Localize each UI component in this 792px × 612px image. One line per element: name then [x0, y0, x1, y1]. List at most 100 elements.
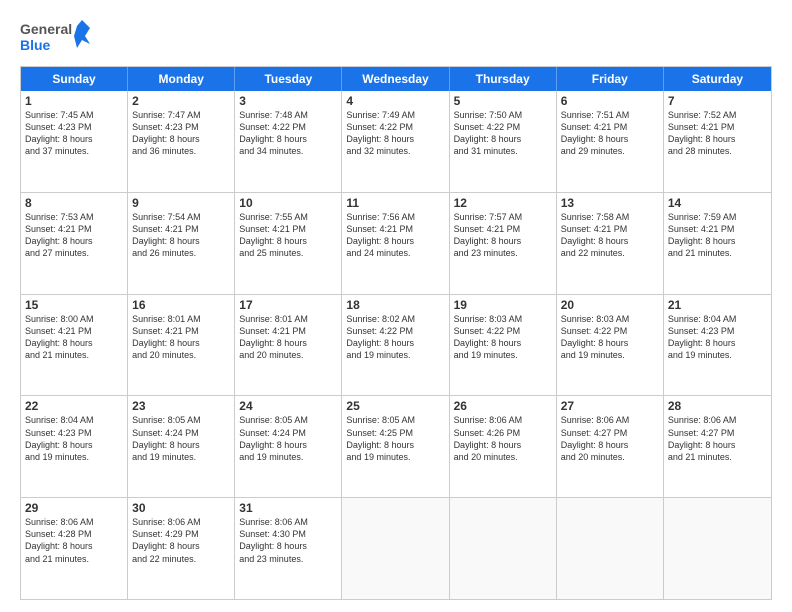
cell-details: Sunrise: 7:55 AM Sunset: 4:21 PM Dayligh… — [239, 211, 337, 260]
day-number: 8 — [25, 196, 123, 210]
day-number: 22 — [25, 399, 123, 413]
calendar-cell: 10Sunrise: 7:55 AM Sunset: 4:21 PM Dayli… — [235, 193, 342, 294]
cell-details: Sunrise: 7:59 AM Sunset: 4:21 PM Dayligh… — [668, 211, 767, 260]
weekday-header: Saturday — [664, 67, 771, 91]
calendar-cell: 31Sunrise: 8:06 AM Sunset: 4:30 PM Dayli… — [235, 498, 342, 599]
cell-details: Sunrise: 8:03 AM Sunset: 4:22 PM Dayligh… — [454, 313, 552, 362]
calendar-cell: 20Sunrise: 8:03 AM Sunset: 4:22 PM Dayli… — [557, 295, 664, 396]
calendar-cell: 19Sunrise: 8:03 AM Sunset: 4:22 PM Dayli… — [450, 295, 557, 396]
day-number: 26 — [454, 399, 552, 413]
day-number: 27 — [561, 399, 659, 413]
day-number: 25 — [346, 399, 444, 413]
calendar-cell: 28Sunrise: 8:06 AM Sunset: 4:27 PM Dayli… — [664, 396, 771, 497]
day-number: 1 — [25, 94, 123, 108]
cell-details: Sunrise: 7:56 AM Sunset: 4:21 PM Dayligh… — [346, 211, 444, 260]
cell-details: Sunrise: 7:53 AM Sunset: 4:21 PM Dayligh… — [25, 211, 123, 260]
day-number: 31 — [239, 501, 337, 515]
day-number: 23 — [132, 399, 230, 413]
day-number: 11 — [346, 196, 444, 210]
day-number: 28 — [668, 399, 767, 413]
cell-details: Sunrise: 8:06 AM Sunset: 4:30 PM Dayligh… — [239, 516, 337, 565]
cell-details: Sunrise: 8:06 AM Sunset: 4:26 PM Dayligh… — [454, 414, 552, 463]
cell-details: Sunrise: 8:06 AM Sunset: 4:27 PM Dayligh… — [668, 414, 767, 463]
cell-details: Sunrise: 7:48 AM Sunset: 4:22 PM Dayligh… — [239, 109, 337, 158]
cell-details: Sunrise: 8:06 AM Sunset: 4:27 PM Dayligh… — [561, 414, 659, 463]
calendar-header: SundayMondayTuesdayWednesdayThursdayFrid… — [21, 67, 771, 91]
day-number: 21 — [668, 298, 767, 312]
calendar-cell: 12Sunrise: 7:57 AM Sunset: 4:21 PM Dayli… — [450, 193, 557, 294]
day-number: 5 — [454, 94, 552, 108]
calendar-cell: 8Sunrise: 7:53 AM Sunset: 4:21 PM Daylig… — [21, 193, 128, 294]
day-number: 6 — [561, 94, 659, 108]
weekday-header: Wednesday — [342, 67, 449, 91]
calendar-week: 1Sunrise: 7:45 AM Sunset: 4:23 PM Daylig… — [21, 91, 771, 193]
day-number: 15 — [25, 298, 123, 312]
cell-details: Sunrise: 8:04 AM Sunset: 4:23 PM Dayligh… — [668, 313, 767, 362]
cell-details: Sunrise: 7:45 AM Sunset: 4:23 PM Dayligh… — [25, 109, 123, 158]
cell-details: Sunrise: 7:49 AM Sunset: 4:22 PM Dayligh… — [346, 109, 444, 158]
cell-details: Sunrise: 7:51 AM Sunset: 4:21 PM Dayligh… — [561, 109, 659, 158]
weekday-header: Monday — [128, 67, 235, 91]
cell-details: Sunrise: 8:01 AM Sunset: 4:21 PM Dayligh… — [132, 313, 230, 362]
calendar-cell: 11Sunrise: 7:56 AM Sunset: 4:21 PM Dayli… — [342, 193, 449, 294]
calendar-cell: 2Sunrise: 7:47 AM Sunset: 4:23 PM Daylig… — [128, 91, 235, 192]
svg-text:General: General — [20, 21, 72, 37]
day-number: 20 — [561, 298, 659, 312]
day-number: 2 — [132, 94, 230, 108]
calendar-cell: 1Sunrise: 7:45 AM Sunset: 4:23 PM Daylig… — [21, 91, 128, 192]
day-number: 29 — [25, 501, 123, 515]
calendar-cell: 30Sunrise: 8:06 AM Sunset: 4:29 PM Dayli… — [128, 498, 235, 599]
calendar-week: 29Sunrise: 8:06 AM Sunset: 4:28 PM Dayli… — [21, 498, 771, 599]
logo-svg: General Blue — [20, 16, 90, 56]
day-number: 13 — [561, 196, 659, 210]
day-number: 30 — [132, 501, 230, 515]
svg-text:Blue: Blue — [20, 37, 51, 53]
calendar-cell: 4Sunrise: 7:49 AM Sunset: 4:22 PM Daylig… — [342, 91, 449, 192]
day-number: 16 — [132, 298, 230, 312]
logo: General Blue — [20, 16, 90, 56]
cell-details: Sunrise: 7:54 AM Sunset: 4:21 PM Dayligh… — [132, 211, 230, 260]
cell-details: Sunrise: 8:05 AM Sunset: 4:24 PM Dayligh… — [239, 414, 337, 463]
calendar-cell: 16Sunrise: 8:01 AM Sunset: 4:21 PM Dayli… — [128, 295, 235, 396]
cell-details: Sunrise: 7:50 AM Sunset: 4:22 PM Dayligh… — [454, 109, 552, 158]
day-number: 14 — [668, 196, 767, 210]
day-number: 7 — [668, 94, 767, 108]
calendar-cell — [664, 498, 771, 599]
calendar-cell: 26Sunrise: 8:06 AM Sunset: 4:26 PM Dayli… — [450, 396, 557, 497]
weekday-header: Thursday — [450, 67, 557, 91]
cell-details: Sunrise: 7:47 AM Sunset: 4:23 PM Dayligh… — [132, 109, 230, 158]
day-number: 10 — [239, 196, 337, 210]
calendar-week: 15Sunrise: 8:00 AM Sunset: 4:21 PM Dayli… — [21, 295, 771, 397]
calendar-cell: 13Sunrise: 7:58 AM Sunset: 4:21 PM Dayli… — [557, 193, 664, 294]
weekday-header: Sunday — [21, 67, 128, 91]
cell-details: Sunrise: 7:57 AM Sunset: 4:21 PM Dayligh… — [454, 211, 552, 260]
calendar-body: 1Sunrise: 7:45 AM Sunset: 4:23 PM Daylig… — [21, 91, 771, 599]
day-number: 12 — [454, 196, 552, 210]
weekday-header: Tuesday — [235, 67, 342, 91]
day-number: 9 — [132, 196, 230, 210]
calendar-cell — [450, 498, 557, 599]
calendar-week: 22Sunrise: 8:04 AM Sunset: 4:23 PM Dayli… — [21, 396, 771, 498]
cell-details: Sunrise: 8:06 AM Sunset: 4:29 PM Dayligh… — [132, 516, 230, 565]
day-number: 19 — [454, 298, 552, 312]
day-number: 4 — [346, 94, 444, 108]
cell-details: Sunrise: 8:06 AM Sunset: 4:28 PM Dayligh… — [25, 516, 123, 565]
calendar-cell: 14Sunrise: 7:59 AM Sunset: 4:21 PM Dayli… — [664, 193, 771, 294]
calendar-cell: 23Sunrise: 8:05 AM Sunset: 4:24 PM Dayli… — [128, 396, 235, 497]
page: General Blue SundayMondayTuesdayWednesda… — [0, 0, 792, 612]
calendar-cell: 6Sunrise: 7:51 AM Sunset: 4:21 PM Daylig… — [557, 91, 664, 192]
cell-details: Sunrise: 8:02 AM Sunset: 4:22 PM Dayligh… — [346, 313, 444, 362]
calendar-cell: 5Sunrise: 7:50 AM Sunset: 4:22 PM Daylig… — [450, 91, 557, 192]
header: General Blue — [20, 16, 772, 56]
calendar-week: 8Sunrise: 7:53 AM Sunset: 4:21 PM Daylig… — [21, 193, 771, 295]
cell-details: Sunrise: 8:05 AM Sunset: 4:24 PM Dayligh… — [132, 414, 230, 463]
calendar-cell: 25Sunrise: 8:05 AM Sunset: 4:25 PM Dayli… — [342, 396, 449, 497]
calendar-cell: 24Sunrise: 8:05 AM Sunset: 4:24 PM Dayli… — [235, 396, 342, 497]
calendar: SundayMondayTuesdayWednesdayThursdayFrid… — [20, 66, 772, 600]
calendar-cell: 7Sunrise: 7:52 AM Sunset: 4:21 PM Daylig… — [664, 91, 771, 192]
calendar-cell: 15Sunrise: 8:00 AM Sunset: 4:21 PM Dayli… — [21, 295, 128, 396]
cell-details: Sunrise: 8:03 AM Sunset: 4:22 PM Dayligh… — [561, 313, 659, 362]
calendar-cell: 21Sunrise: 8:04 AM Sunset: 4:23 PM Dayli… — [664, 295, 771, 396]
calendar-cell: 18Sunrise: 8:02 AM Sunset: 4:22 PM Dayli… — [342, 295, 449, 396]
day-number: 24 — [239, 399, 337, 413]
